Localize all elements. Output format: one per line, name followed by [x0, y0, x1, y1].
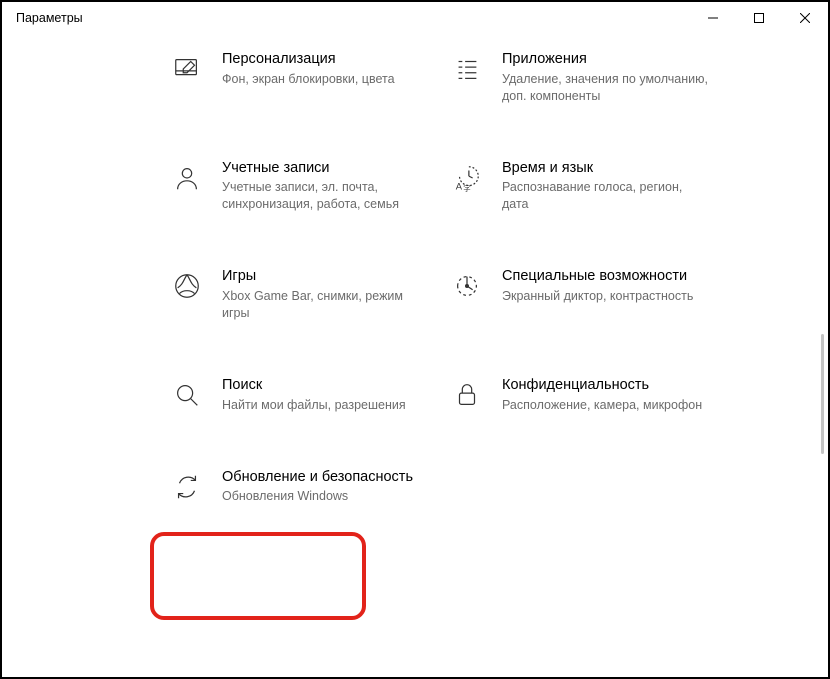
tile-title: Учетные записи — [222, 159, 432, 178]
tile-desc: Распознавание голоса, регион, дата — [502, 179, 712, 213]
accounts-icon — [170, 161, 204, 195]
tile-desc: Расположение, камера, микрофон — [502, 397, 702, 414]
tile-title: Время и язык — [502, 159, 712, 178]
update-icon — [170, 470, 204, 504]
tile-desc: Xbox Game Bar, снимки, режим игры — [222, 288, 432, 322]
tile-title: Игры — [222, 267, 432, 286]
tile-title: Поиск — [222, 376, 406, 395]
tile-apps[interactable]: Приложения Удаление, значения по умолчан… — [450, 50, 730, 105]
tile-desc: Учетные записи, эл. почта, синхронизация… — [222, 179, 432, 213]
maximize-button[interactable] — [736, 2, 782, 34]
tile-desc: Найти мои файлы, разрешения — [222, 397, 406, 414]
settings-content: Персонализация Фон, экран блокировки, цв… — [2, 34, 828, 674]
tile-title: Приложения — [502, 50, 712, 69]
tile-title: Персонализация — [222, 50, 395, 69]
tile-personalization[interactable]: Персонализация Фон, экран блокировки, цв… — [170, 50, 450, 105]
gaming-icon — [170, 269, 204, 303]
minimize-button[interactable] — [690, 2, 736, 34]
tile-gaming[interactable]: Игры Xbox Game Bar, снимки, режим игры — [170, 267, 450, 322]
tile-desc: Удаление, значения по умолчанию, доп. ко… — [502, 71, 712, 105]
search-icon — [170, 378, 204, 412]
time-language-icon: A字 — [450, 161, 484, 195]
tile-time-language[interactable]: A字 Время и язык Распознавание голоса, ре… — [450, 159, 730, 214]
close-button[interactable] — [782, 2, 828, 34]
titlebar: Параметры — [2, 2, 828, 34]
svg-text:A: A — [456, 181, 463, 191]
highlight-annotation — [150, 532, 366, 620]
personalization-icon — [170, 52, 204, 86]
tile-privacy[interactable]: Конфиденциальность Расположение, камера,… — [450, 376, 730, 414]
privacy-icon — [450, 378, 484, 412]
tile-title: Обновление и безопасность — [222, 468, 413, 487]
scrollbar[interactable] — [821, 334, 824, 454]
svg-text:字: 字 — [463, 183, 471, 193]
window-title: Параметры — [16, 11, 83, 25]
accessibility-icon — [450, 269, 484, 303]
apps-icon — [450, 52, 484, 86]
tile-accounts[interactable]: Учетные записи Учетные записи, эл. почта… — [170, 159, 450, 214]
tile-title: Специальные возможности — [502, 267, 693, 286]
tile-desc: Фон, экран блокировки, цвета — [222, 71, 395, 88]
tile-update-security[interactable]: Обновление и безопасность Обновления Win… — [170, 468, 450, 506]
tile-desc: Экранный диктор, контрастность — [502, 288, 693, 305]
tile-desc: Обновления Windows — [222, 488, 413, 505]
tile-search[interactable]: Поиск Найти мои файлы, разрешения — [170, 376, 450, 414]
tile-title: Конфиденциальность — [502, 376, 702, 395]
tile-accessibility[interactable]: Специальные возможности Экранный диктор,… — [450, 267, 730, 322]
